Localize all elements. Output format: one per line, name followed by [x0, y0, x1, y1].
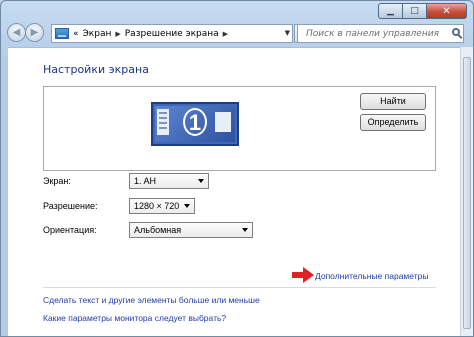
monitor-preview-area: 1 Найти Определить: [43, 86, 436, 171]
control-panel-icon: [55, 28, 69, 39]
forward-button[interactable]: ▶: [25, 23, 44, 42]
monitor-settings-help-link[interactable]: Какие параметры монитора следует выбрать…: [43, 313, 226, 323]
forward-arrow-icon: ▶: [30, 27, 39, 38]
main-content: Настройки экрана 1 Найти Определить Экра…: [8, 47, 460, 336]
monitor-window-icon: [157, 109, 169, 135]
divider: [43, 287, 436, 288]
resolution-label: Разрешение:: [43, 201, 98, 211]
breadcrumb-display[interactable]: Экран: [83, 29, 112, 39]
chevron-down-icon: [242, 228, 248, 232]
chevron-down-icon: [198, 179, 204, 183]
screen-select[interactable]: 1. AH: [129, 173, 209, 189]
control-panel-window: ▁ □ ✕ ◀ ▶ « Экран ▶ Разрешение экрана ▶ …: [0, 0, 474, 337]
resolution-select[interactable]: 1280 × 720: [129, 198, 195, 214]
chevron-down-icon: [184, 204, 190, 208]
search-icon[interactable]: [452, 28, 460, 36]
maximize-button[interactable]: □: [403, 3, 427, 19]
navigation-bar: ◀ ▶ « Экран ▶ Разрешение экрана ▶ ▼ ↻ По…: [1, 21, 473, 47]
search-placeholder: Поиск в панели управления: [306, 28, 439, 39]
breadcrumb-overflow[interactable]: «: [73, 29, 79, 39]
page-title: Настройки экрана: [43, 63, 149, 76]
monitor-number: 1: [183, 108, 207, 136]
chevron-right-icon[interactable]: ▶: [223, 30, 228, 38]
chevron-right-icon[interactable]: ▶: [115, 30, 120, 38]
orientation-select[interactable]: Альбомная: [129, 222, 253, 238]
advanced-settings-link[interactable]: Дополнительные параметры: [315, 271, 428, 281]
chevron-down-icon[interactable]: ▼: [285, 29, 290, 37]
search-input[interactable]: Поиск в панели управления: [297, 24, 464, 43]
monitor-window-icon: [215, 112, 231, 132]
window-controls: ▁ □ ✕: [378, 3, 467, 19]
screen-label: Экран:: [43, 176, 71, 186]
red-arrow-icon: [292, 267, 314, 283]
find-button[interactable]: Найти: [360, 93, 426, 110]
text-size-link[interactable]: Сделать текст и другие элементы больше и…: [43, 295, 260, 305]
orientation-label: Ориентация:: [43, 225, 97, 235]
orientation-value: Альбомная: [134, 225, 182, 235]
monitor-1-thumbnail[interactable]: 1: [151, 102, 239, 146]
back-button[interactable]: ◀: [7, 23, 26, 42]
vertical-scrollbar[interactable]: [460, 47, 473, 336]
nav-buttons: ◀ ▶: [7, 23, 45, 43]
minimize-button[interactable]: ▁: [378, 3, 403, 19]
address-bar[interactable]: « Экран ▶ Разрешение экрана ▶ ▼: [51, 24, 293, 43]
title-bar: ▁ □ ✕: [1, 1, 473, 21]
back-arrow-icon: ◀: [12, 27, 21, 38]
scrollbar-thumb[interactable]: [463, 57, 471, 329]
breadcrumb-resolution[interactable]: Разрешение экрана: [125, 29, 219, 39]
detect-button[interactable]: Определить: [360, 114, 426, 131]
close-button[interactable]: ✕: [427, 3, 467, 19]
screen-value: 1. AH: [134, 176, 157, 186]
resolution-value: 1280 × 720: [134, 201, 180, 211]
